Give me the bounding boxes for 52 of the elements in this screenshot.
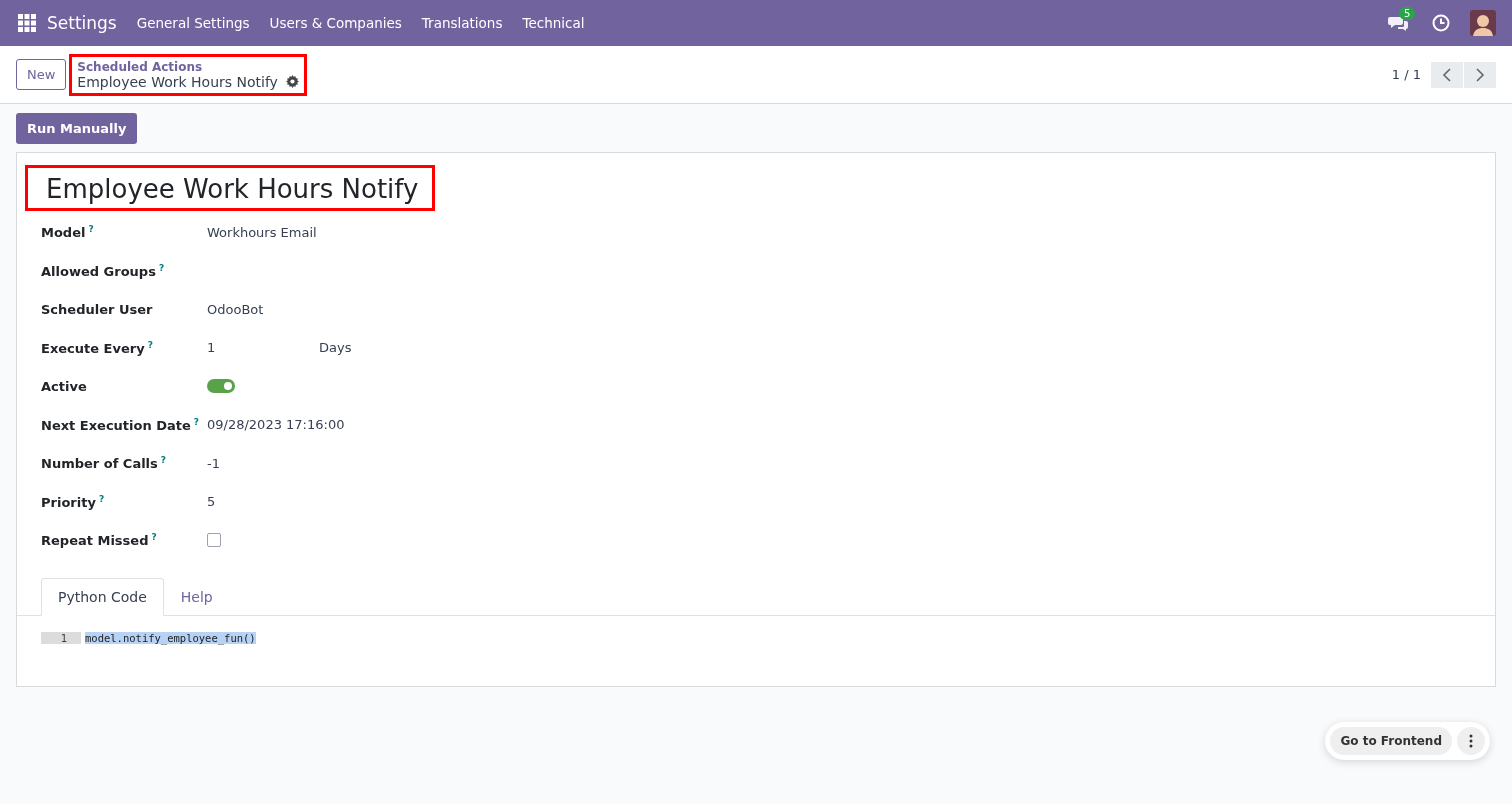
vertical-dots-icon <box>1469 734 1473 748</box>
chat-icon[interactable] <box>1388 15 1408 31</box>
record-name: Employee Work Hours Notify <box>77 73 278 90</box>
navbar-menu-item[interactable]: Translations <box>411 15 513 31</box>
field-label: Execute Every <box>41 340 145 356</box>
field-label: Priority <box>41 494 96 510</box>
chevron-right-icon <box>1475 67 1485 82</box>
field-value[interactable]: 1 <box>207 340 319 356</box>
help-tooltip-mark[interactable]: ? <box>88 224 94 235</box>
run-manually-button[interactable]: Run Manually <box>16 113 138 144</box>
help-tooltip-mark[interactable]: ? <box>158 262 165 273</box>
help-tooltip-mark[interactable]: ? <box>193 416 200 427</box>
new-button[interactable]: New <box>16 59 67 90</box>
next-button[interactable] <box>1464 61 1496 88</box>
field-label: Repeat Missed <box>41 533 149 549</box>
app-menu-icon[interactable] <box>18 14 36 32</box>
line-number: 1 <box>41 631 81 644</box>
field-label: Allowed Groups <box>41 263 156 279</box>
help-tooltip-mark[interactable]: ? <box>147 339 153 350</box>
field-value[interactable]: Workhours Email <box>207 224 317 240</box>
navbar-menu-item[interactable]: General Settings <box>126 15 260 31</box>
gear-icon[interactable] <box>285 75 299 88</box>
navbar-menu-item[interactable]: Users & Companies <box>259 15 412 31</box>
help-tooltip-mark[interactable]: ? <box>151 532 157 543</box>
checkbox[interactable] <box>207 533 221 548</box>
field-value[interactable]: 09/28/2023 17:16:00 <box>207 417 345 433</box>
field-label: Next Execution Date <box>41 417 191 433</box>
go-to-frontend-button[interactable]: Go to Frontend <box>1330 727 1452 755</box>
app-name[interactable]: Settings <box>47 13 117 33</box>
user-avatar[interactable] <box>1470 10 1496 36</box>
notebook-tab[interactable]: Python Code <box>41 577 164 616</box>
pager-counter: 1 / 1 <box>1391 67 1421 82</box>
field-value[interactable]: -1 <box>207 455 220 471</box>
interval-unit[interactable]: Days <box>319 340 352 356</box>
field-label: Scheduler User <box>41 301 153 317</box>
previous-button[interactable] <box>1431 61 1463 88</box>
field-value[interactable]: 5 <box>207 494 216 510</box>
record-title: Employee Work Hours Notify <box>25 165 436 211</box>
field-label: Active <box>41 378 87 394</box>
message-count-badge: 5 <box>1399 7 1416 20</box>
field-label: Model <box>41 225 86 241</box>
clock-icon[interactable] <box>1432 14 1450 32</box>
toggle-switch[interactable] <box>207 379 235 394</box>
field-value[interactable]: OdooBot <box>207 301 264 317</box>
help-tooltip-mark[interactable]: ? <box>160 455 167 466</box>
notebook-tab[interactable]: Help <box>163 577 230 616</box>
more-options-button[interactable] <box>1457 727 1485 755</box>
chevron-left-icon <box>1442 67 1452 82</box>
field-label: Number of Calls <box>41 456 158 472</box>
help-tooltip-mark[interactable]: ? <box>98 493 105 504</box>
navbar-menu-item[interactable]: Technical <box>512 15 595 31</box>
breadcrumb-link[interactable]: Scheduled Actions <box>77 59 299 74</box>
